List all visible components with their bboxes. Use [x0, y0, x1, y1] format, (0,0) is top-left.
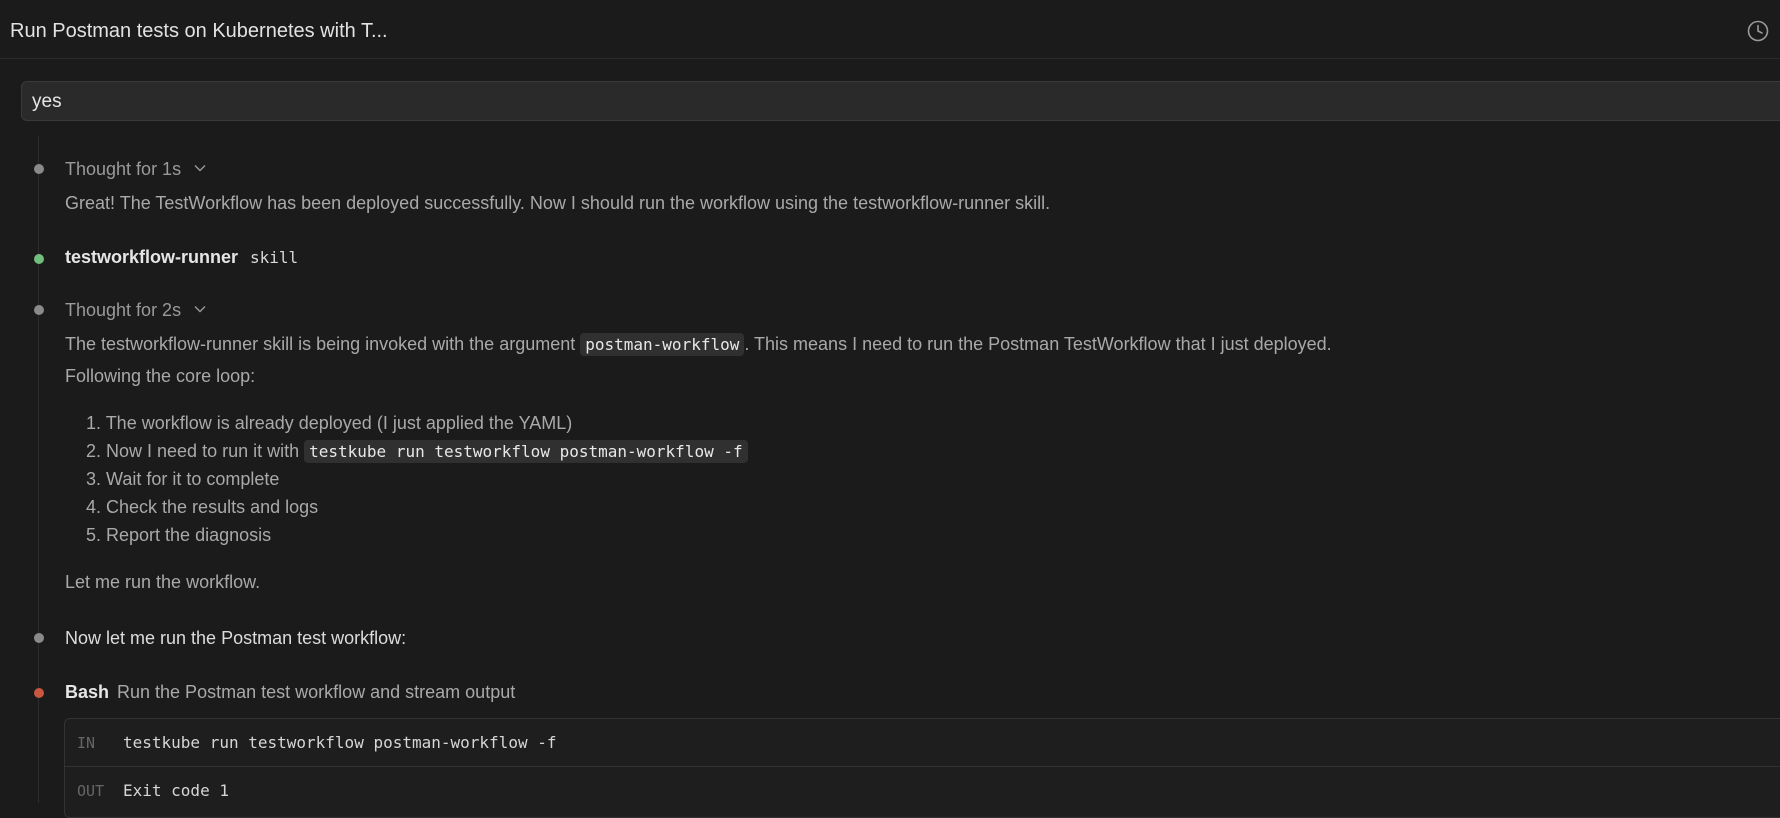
tool-description: Run the Postman test workflow and stream… [117, 682, 516, 702]
assistant-message: Now let me run the Postman test workflow… [65, 628, 407, 648]
list-text: Now I need to run it with [106, 441, 305, 461]
bash-output-panel: IN testkube run testworkflow postman-wor… [64, 718, 1780, 818]
thought-toggle[interactable]: Thought for 1s [65, 159, 206, 180]
text-segment: The testworkflow-runner skill is being i… [65, 334, 581, 354]
thought-label: Thought for 2s [65, 300, 182, 320]
list-item: 3. Wait for it to complete [64, 469, 279, 490]
list-number: 1. [85, 413, 101, 433]
chevron-down-icon [194, 306, 206, 313]
thought-closing: Let me run the workflow. [65, 572, 261, 592]
list-text: Check the results and logs [106, 497, 319, 517]
conversation-title: Run Postman tests on Kubernetes with T..… [10, 20, 388, 42]
list-item: 1. The workflow is already deployed (I j… [64, 413, 572, 434]
list-text: Report the diagnosis [106, 525, 272, 545]
inline-code: testkube run testworkflow postman-workfl… [304, 440, 748, 463]
thought-toggle[interactable]: Thought for 2s [65, 300, 206, 321]
list-number: 4. [85, 497, 101, 517]
header-bar: Run Postman tests on Kubernetes with T..… [0, 0, 1780, 59]
status-dot-thought [34, 164, 44, 174]
list-item: 2. Now I need to run it with testkube ru… [64, 440, 748, 463]
status-dot-error [34, 688, 44, 698]
user-message-text: yes [32, 91, 62, 112]
tool-name: Bash [65, 682, 110, 702]
list-text: The workflow is already deployed (I just… [105, 413, 573, 433]
skill-invocation[interactable]: testworkflow-runner skill [65, 247, 298, 268]
skill-tag: skill [250, 248, 299, 267]
bash-output: Exit code 1 [123, 781, 229, 800]
user-message-box[interactable]: yes [21, 81, 1780, 121]
chevron-down-icon [194, 165, 206, 172]
text-segment: . This means I need to run the Postman T… [744, 334, 1332, 354]
thought-text: Great! The TestWorkflow has been deploye… [65, 193, 1051, 213]
thought-paragraph: Following the core loop: [65, 366, 256, 386]
list-number: 5. [85, 525, 101, 545]
status-dot-thought [34, 305, 44, 315]
list-item: 5. Report the diagnosis [64, 525, 271, 546]
clock-history-icon[interactable] [1746, 19, 1770, 43]
timeline-rail [38, 136, 39, 803]
bash-command: testkube run testworkflow postman-workfl… [123, 733, 557, 752]
inline-code: postman-workflow [580, 333, 745, 356]
list-number: 3. [85, 469, 101, 489]
skill-name: testworkflow-runner [65, 247, 239, 267]
bash-tool-header[interactable]: Bash Run the Postman test workflow and st… [65, 682, 515, 703]
list-text: Wait for it to complete [106, 469, 280, 489]
divider [65, 766, 1780, 767]
input-label: IN [77, 734, 96, 752]
output-label: OUT [77, 782, 105, 800]
status-dot-success [34, 254, 44, 264]
status-dot-message [34, 633, 44, 643]
thought-paragraph: The testworkflow-runner skill is being i… [65, 333, 1332, 356]
thought-label: Thought for 1s [65, 159, 182, 179]
list-number: 2. [85, 441, 101, 461]
list-item: 4. Check the results and logs [64, 497, 318, 518]
